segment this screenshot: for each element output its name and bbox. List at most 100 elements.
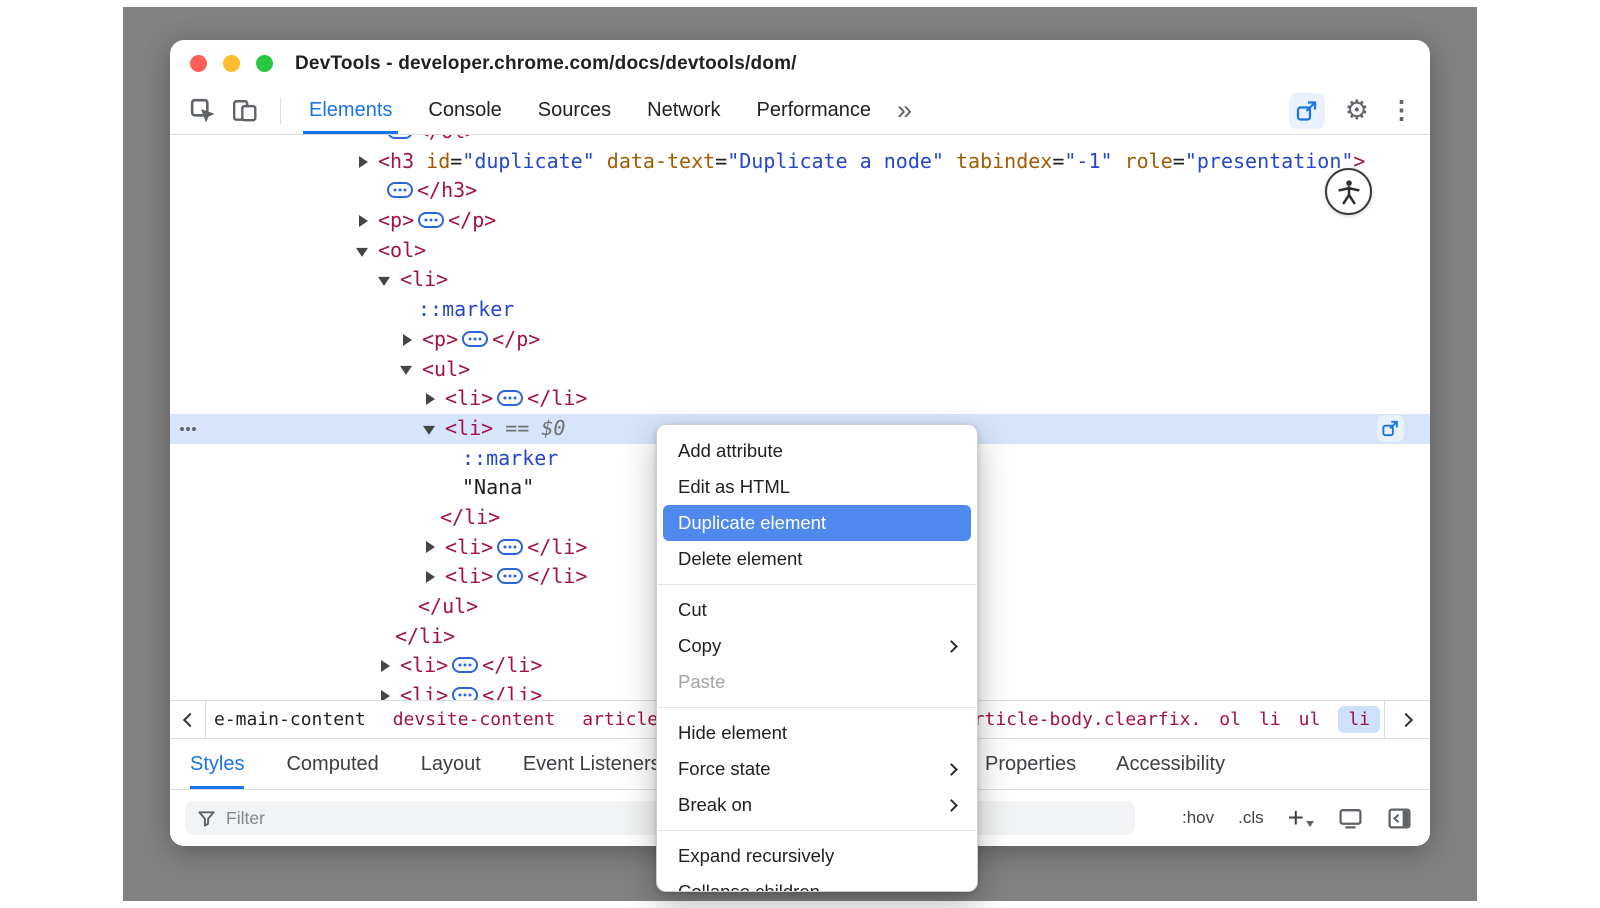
code-token: </ol> xyxy=(417,135,477,143)
dom-tree-row[interactable]: <ul> xyxy=(170,355,1430,385)
expand-ellipsis-icon[interactable] xyxy=(497,539,523,555)
menu-item-add-attribute[interactable]: Add attribute xyxy=(657,433,977,469)
code-token: </li> xyxy=(482,653,542,677)
code-token: = xyxy=(450,149,462,173)
expand-ellipsis-icon[interactable] xyxy=(497,568,523,584)
menu-item-hide-element[interactable]: Hide element xyxy=(657,715,977,751)
expand-arrow-icon[interactable] xyxy=(376,651,400,681)
code-token: ::marker xyxy=(418,297,514,321)
code-token: "-1" xyxy=(1064,149,1112,173)
tab-console[interactable]: Console xyxy=(422,87,507,134)
dom-tree-row[interactable]: <ol> xyxy=(170,236,1430,266)
expand-ellipsis-icon[interactable] xyxy=(452,687,478,700)
expand-arrow-icon[interactable] xyxy=(421,533,445,563)
code-token: role xyxy=(1113,149,1173,173)
tab-styles[interactable]: Styles xyxy=(190,739,244,789)
breadcrumb-item[interactable]: e-main-content xyxy=(214,709,366,730)
device-toolbar-icon[interactable] xyxy=(228,94,262,128)
breadcrumb-item[interactable]: ol xyxy=(1219,709,1241,730)
more-tabs-icon[interactable]: » xyxy=(897,97,912,124)
tab-properties[interactable]: Properties xyxy=(985,739,1076,789)
code-token: </li> xyxy=(482,683,542,700)
more-actions-icon[interactable] xyxy=(186,427,190,431)
code-token: = xyxy=(715,149,727,173)
collapse-arrow-icon[interactable] xyxy=(354,236,378,266)
menu-item-label: Cut xyxy=(678,599,707,621)
dom-tree-row[interactable]: <li> xyxy=(170,265,1430,295)
expand-ellipsis-icon[interactable] xyxy=(452,657,478,673)
expand-arrow-icon[interactable] xyxy=(354,206,378,236)
breadcrumbs-right: rticle-body.clearfix.olliulli xyxy=(974,706,1380,733)
settings-gear-icon[interactable]: ⚙ xyxy=(1345,97,1369,124)
toggle-hover-state-button[interactable]: :hov xyxy=(1182,808,1214,828)
zoom-button[interactable] xyxy=(256,55,273,72)
breadcrumb-item[interactable]: rticle-body.clearfix. xyxy=(974,709,1202,730)
menu-item-collapse-children[interactable]: Collapse children xyxy=(657,874,977,892)
expand-arrow-icon[interactable] xyxy=(421,384,445,414)
tab-accessibility[interactable]: Accessibility xyxy=(1116,739,1225,789)
square-arrow-icon[interactable] xyxy=(1289,93,1325,129)
code-token: = xyxy=(1173,149,1185,173)
dom-tree-row[interactable]: </h3> xyxy=(170,176,1430,206)
breadcrumb-scroll-left-button[interactable] xyxy=(170,701,206,738)
dom-tree-row[interactable]: <li></li> xyxy=(170,384,1430,414)
toggle-class-button[interactable]: .cls xyxy=(1238,808,1264,828)
expand-arrow-icon[interactable] xyxy=(421,562,445,592)
menu-item-expand-recursively[interactable]: Expand recursively xyxy=(657,838,977,874)
context-menu: Add attributeEdit as HTMLDuplicate eleme… xyxy=(656,424,978,892)
menu-item-copy[interactable]: Copy xyxy=(657,628,977,664)
dom-tree-row[interactable]: </ol> xyxy=(170,135,1430,147)
expand-ellipsis-icon[interactable] xyxy=(387,135,413,139)
expand-ellipsis-icon[interactable] xyxy=(418,212,444,228)
code-token: "Duplicate a node" xyxy=(727,149,944,173)
menu-item-label: Delete element xyxy=(678,548,802,570)
kebab-menu-icon[interactable]: ⋮ xyxy=(1389,98,1414,123)
expand-arrow-icon[interactable] xyxy=(354,147,378,177)
breadcrumb-item[interactable]: ul xyxy=(1299,709,1321,730)
menu-item-label: Force state xyxy=(678,758,771,780)
menu-item-edit-as-html[interactable]: Edit as HTML xyxy=(657,469,977,505)
collapse-arrow-icon[interactable] xyxy=(376,265,400,295)
menu-item-break-on[interactable]: Break on xyxy=(657,787,977,823)
collapse-arrow-icon[interactable] xyxy=(398,355,422,385)
display-icon[interactable] xyxy=(1338,806,1363,831)
accessibility-person-icon[interactable] xyxy=(1325,168,1372,215)
tab-computed[interactable]: Computed xyxy=(286,739,378,789)
dom-tree-row[interactable]: <h3 id="duplicate" data-text="Duplicate … xyxy=(170,147,1430,177)
expand-ellipsis-icon[interactable] xyxy=(462,331,488,347)
breadcrumb-item[interactable]: li xyxy=(1259,709,1281,730)
menu-item-cut[interactable]: Cut xyxy=(657,592,977,628)
breadcrumb-item-selected[interactable]: li xyxy=(1338,706,1380,733)
tab-performance[interactable]: Performance xyxy=(751,87,878,134)
new-style-rule-button[interactable]: + xyxy=(1288,807,1314,829)
code-token: <ol> xyxy=(378,238,426,262)
collapse-arrow-icon[interactable] xyxy=(421,414,445,444)
menu-item-label: Hide element xyxy=(678,722,787,744)
minimize-button[interactable] xyxy=(223,55,240,72)
expand-arrow-icon[interactable] xyxy=(398,325,422,355)
menu-item-delete-element[interactable]: Delete element xyxy=(657,541,977,577)
tab-event-listeners[interactable]: Event Listeners xyxy=(523,739,661,789)
tab-layout[interactable]: Layout xyxy=(421,739,481,789)
toolbar-tabs: Elements Console Sources Network Performance xyxy=(291,87,889,134)
breadcrumb-item[interactable]: article xyxy=(582,709,658,730)
expand-arrow-icon[interactable] xyxy=(376,681,400,700)
breadcrumb-scroll-right-button[interactable] xyxy=(1384,701,1430,738)
expand-ellipsis-icon[interactable] xyxy=(497,390,523,406)
code-token: ::marker xyxy=(462,446,558,470)
tab-network[interactable]: Network xyxy=(641,87,726,134)
tab-sources[interactable]: Sources xyxy=(532,87,617,134)
square-arrow-icon[interactable] xyxy=(1377,415,1404,442)
dom-tree-row[interactable]: <p></p> xyxy=(170,325,1430,355)
expand-ellipsis-icon[interactable] xyxy=(387,182,413,198)
tab-elements[interactable]: Elements xyxy=(303,87,398,134)
traffic-lights xyxy=(190,55,273,72)
menu-item-force-state[interactable]: Force state xyxy=(657,751,977,787)
close-button[interactable] xyxy=(190,55,207,72)
inspect-icon[interactable] xyxy=(186,94,220,128)
dom-tree-row[interactable]: ::marker xyxy=(170,295,1430,325)
menu-item-duplicate-element[interactable]: Duplicate element xyxy=(663,505,971,541)
dom-tree-row[interactable]: <p></p> xyxy=(170,206,1430,236)
toggle-sidebar-icon[interactable] xyxy=(1387,806,1412,831)
breadcrumb-item[interactable]: devsite-content xyxy=(393,709,556,730)
